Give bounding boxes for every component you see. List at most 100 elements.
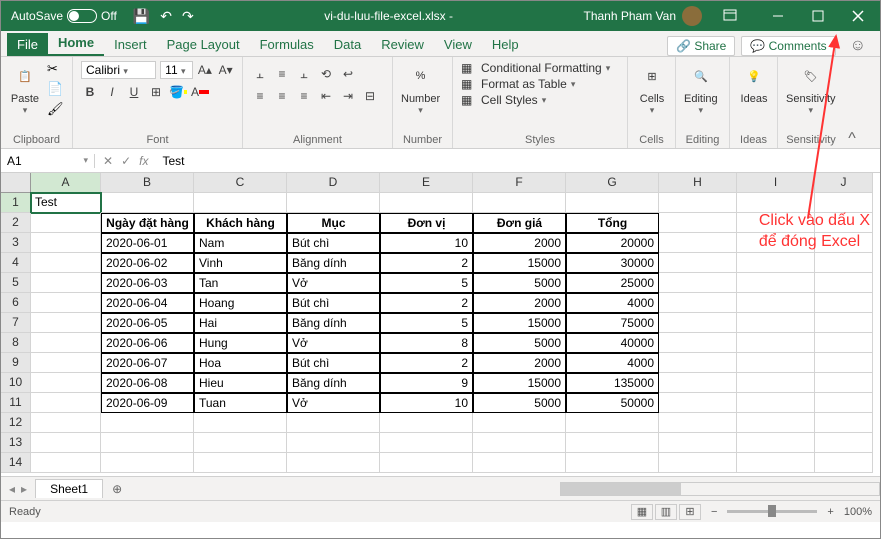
align-left-icon[interactable]: ≡	[251, 87, 269, 105]
column-header[interactable]: D	[287, 173, 380, 193]
cell[interactable]	[287, 433, 380, 453]
column-header[interactable]: F	[473, 173, 566, 193]
cell[interactable]	[31, 273, 101, 293]
cell[interactable]	[194, 433, 287, 453]
cell[interactable]: Hieu	[194, 373, 287, 393]
fill-color-button[interactable]: 🪣	[169, 83, 187, 101]
cell[interactable]	[31, 333, 101, 353]
cell[interactable]: Tuan	[194, 393, 287, 413]
cell[interactable]	[659, 253, 737, 273]
increase-indent-icon[interactable]: ⇥	[339, 87, 357, 105]
row-header[interactable]: 14	[1, 453, 31, 473]
cell[interactable]	[31, 293, 101, 313]
align-top-icon[interactable]: ⫠	[251, 65, 269, 83]
cell[interactable]	[659, 333, 737, 353]
column-header[interactable]: G	[566, 173, 659, 193]
cell[interactable]	[815, 373, 873, 393]
cell[interactable]	[737, 433, 815, 453]
redo-icon[interactable]: ↷	[182, 8, 194, 25]
copy-icon[interactable]: 📄	[47, 81, 64, 97]
cell[interactable]: Mục	[287, 213, 380, 233]
cell[interactable]: 15000	[473, 253, 566, 273]
cell[interactable]	[737, 453, 815, 473]
cells-button[interactable]: ⊞Cells▾	[636, 61, 668, 116]
format-painter-icon[interactable]: 🖌	[47, 101, 64, 117]
collapse-ribbon-icon[interactable]: ^	[844, 57, 860, 148]
number-format-button[interactable]: %Number▾	[401, 61, 440, 116]
horizontal-scrollbar[interactable]	[560, 482, 880, 496]
cell[interactable]	[287, 193, 380, 213]
cell[interactable]: 2020-06-08	[101, 373, 194, 393]
cell[interactable]	[31, 453, 101, 473]
cell[interactable]	[737, 393, 815, 413]
cell[interactable]	[31, 313, 101, 333]
undo-icon[interactable]: ↶	[160, 8, 172, 25]
cell[interactable]: 15000	[473, 373, 566, 393]
cell[interactable]	[380, 433, 473, 453]
maximize-button[interactable]	[798, 1, 838, 31]
cut-icon[interactable]: ✂	[47, 61, 64, 77]
cell[interactable]	[101, 453, 194, 473]
bold-button[interactable]: B	[81, 83, 99, 101]
tab-insert[interactable]: Insert	[104, 33, 157, 56]
cell[interactable]	[815, 253, 873, 273]
row-header[interactable]: 12	[1, 413, 31, 433]
cell[interactable]: 2	[380, 293, 473, 313]
sheet-tab[interactable]: Sheet1	[35, 479, 103, 498]
cell[interactable]	[380, 453, 473, 473]
cell[interactable]	[31, 253, 101, 273]
cell[interactable]: 15000	[473, 313, 566, 333]
sensitivity-button[interactable]: 🏷Sensitivity▾	[786, 61, 836, 116]
tab-view[interactable]: View	[434, 33, 482, 56]
ribbon-options-button[interactable]	[710, 1, 750, 31]
zoom-out-button[interactable]: −	[711, 506, 717, 518]
row-header[interactable]: 11	[1, 393, 31, 413]
orientation-icon[interactable]: ⟲	[317, 65, 335, 83]
page-layout-view-button[interactable]: ▥	[655, 504, 677, 520]
cell[interactable]	[566, 433, 659, 453]
cell[interactable]: 8	[380, 333, 473, 353]
cell[interactable]: Test	[31, 193, 101, 213]
cell[interactable]: Hoa	[194, 353, 287, 373]
cell[interactable]: Vở	[287, 333, 380, 353]
cell[interactable]	[659, 433, 737, 453]
cell[interactable]	[815, 453, 873, 473]
wrap-text-icon[interactable]: ↩	[339, 65, 357, 83]
cell[interactable]: 10	[380, 393, 473, 413]
row-header[interactable]: 1	[1, 193, 31, 213]
decrease-indent-icon[interactable]: ⇤	[317, 87, 335, 105]
cell[interactable]: 25000	[566, 273, 659, 293]
italic-button[interactable]: I	[103, 83, 121, 101]
editing-button[interactable]: 🔍Editing▾	[684, 61, 718, 116]
cell[interactable]: 50000	[566, 393, 659, 413]
cell[interactable]	[737, 333, 815, 353]
cell[interactable]	[815, 293, 873, 313]
merge-icon[interactable]: ⊟	[361, 87, 379, 105]
cell[interactable]: Đơn giá	[473, 213, 566, 233]
cell[interactable]	[815, 313, 873, 333]
cell[interactable]	[737, 373, 815, 393]
cell-styles-button[interactable]: ▦Cell Styles ▾	[461, 93, 619, 107]
column-header[interactable]: E	[380, 173, 473, 193]
add-sheet-button[interactable]: ⊕	[107, 482, 127, 496]
cell[interactable]	[473, 193, 566, 213]
cell[interactable]	[815, 193, 873, 213]
column-header[interactable]: H	[659, 173, 737, 193]
font-color-button[interactable]: A	[191, 83, 209, 101]
cell[interactable]	[659, 313, 737, 333]
cell[interactable]: 2020-06-05	[101, 313, 194, 333]
user-account[interactable]: Thanh Pham Van	[583, 6, 702, 26]
row-header[interactable]: 3	[1, 233, 31, 253]
align-right-icon[interactable]: ≡	[295, 87, 313, 105]
cell[interactable]: Tan	[194, 273, 287, 293]
cell[interactable]: 20000	[566, 233, 659, 253]
column-header[interactable]: A	[31, 173, 101, 193]
close-button[interactable]	[838, 1, 878, 31]
ideas-button[interactable]: 💡Ideas	[738, 61, 770, 105]
cell[interactable]: Bút chì	[287, 293, 380, 313]
cell[interactable]: 5	[380, 273, 473, 293]
column-header[interactable]: J	[815, 173, 873, 193]
cell[interactable]: 9	[380, 373, 473, 393]
cell[interactable]: 5000	[473, 333, 566, 353]
row-header[interactable]: 6	[1, 293, 31, 313]
